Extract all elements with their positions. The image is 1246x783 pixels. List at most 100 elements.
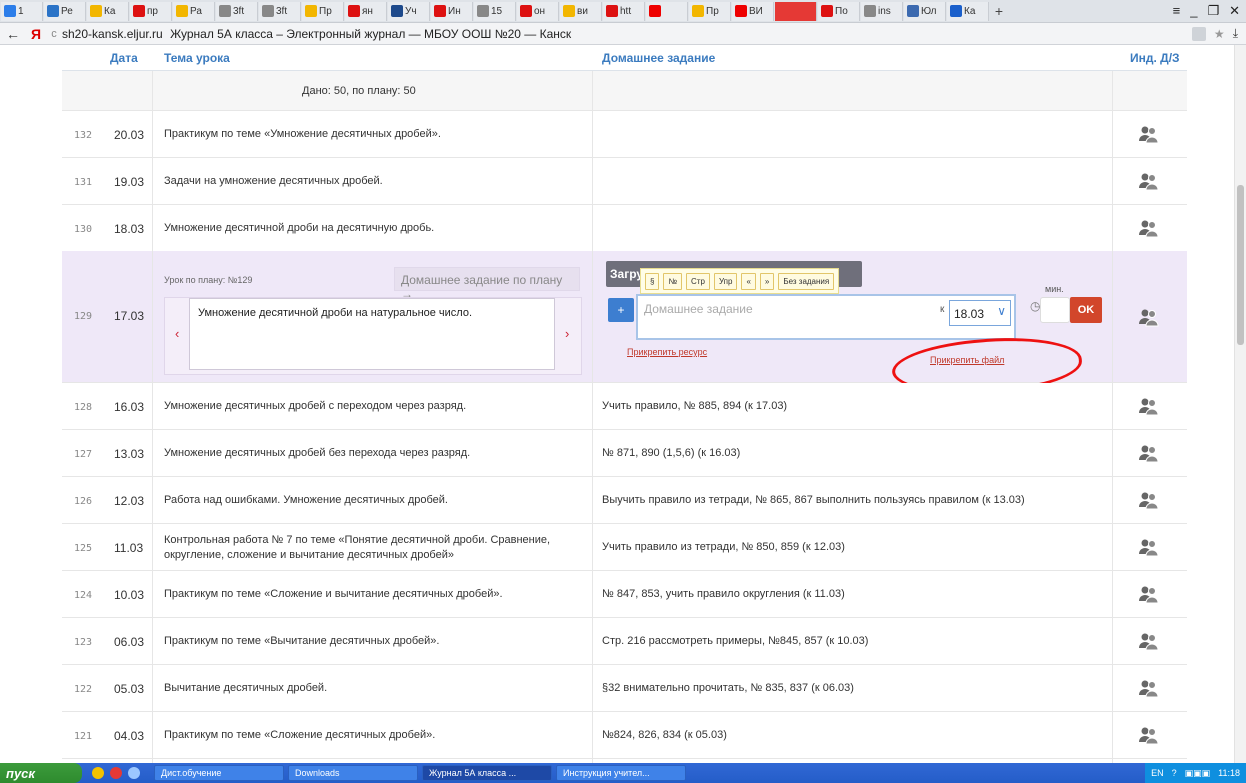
lesson-topic[interactable]: Задачи на умножение десятичных дробей. (164, 174, 584, 189)
browser-tab[interactable]: ВИ (732, 1, 774, 21)
browser-tab[interactable]: 3ft (216, 1, 258, 21)
lesson-row[interactable]: 122 05.03 Вычитание десятичных дробей. §32 … (62, 665, 1187, 712)
lesson-homework[interactable]: Учить правило, № 885, 894 (к 17.03) (602, 399, 1112, 414)
restore-icon[interactable]: ❐ (1207, 3, 1219, 19)
lesson-homework[interactable]: №824, 826, 834 (к 05.03) (602, 728, 1112, 743)
scrollbar-thumb[interactable] (1237, 185, 1244, 345)
due-date-select[interactable]: 18.03 ∨ (949, 300, 1011, 326)
lesson-row[interactable]: 126 12.03 Работа над ошибками. Умножение д… (62, 477, 1187, 524)
lesson-homework[interactable]: № 847, 853, учить правило округления (к … (602, 587, 1112, 602)
individual-hw-icon[interactable] (1137, 124, 1159, 149)
yandex-logo-icon[interactable]: Я (26, 26, 46, 42)
page-scrollbar[interactable] (1234, 45, 1246, 763)
taskbar-task[interactable]: Инструкция учител... (556, 765, 686, 781)
individual-hw-icon[interactable] (1137, 443, 1159, 468)
header-date[interactable]: Дата (110, 51, 138, 65)
browser-tab[interactable]: Ка (947, 1, 989, 21)
browser-tab[interactable]: Ра (173, 1, 215, 21)
toolbar-button[interactable]: Стр (686, 272, 710, 290)
browser-quicklaunch-icon[interactable] (92, 767, 104, 779)
menu-icon[interactable]: ≡ (1173, 3, 1181, 19)
lesson-homework[interactable]: Стр. 216 рассмотреть примеры, №845, 857 … (602, 634, 1112, 649)
individual-hw-icon[interactable] (1137, 584, 1159, 609)
minutes-input[interactable] (1040, 297, 1070, 323)
lesson-topic[interactable]: Умножение десятичной дроби на десятичную… (164, 221, 584, 236)
lesson-row[interactable]: 127 13.03 Умножение десятичных дробей без … (62, 430, 1187, 477)
add-homework-button[interactable]: + (608, 298, 634, 322)
taskbar-task[interactable]: Downloads (288, 765, 418, 781)
browser-tab[interactable]: пр (130, 1, 172, 21)
browser-tab[interactable]: Пр (689, 1, 731, 21)
yandex-quicklaunch-icon[interactable] (110, 767, 122, 779)
browser-tab[interactable]: Ре (44, 1, 86, 21)
help-icon[interactable]: ? (1172, 768, 1177, 778)
individual-hw-icon[interactable] (1137, 537, 1159, 562)
browser-tab[interactable]: Юл (904, 1, 946, 21)
reload-icon[interactable]: c (46, 28, 62, 40)
browser-tab[interactable]: 15 (474, 1, 516, 21)
lesson-topic[interactable]: Практикум по теме «Умножение десятичных … (164, 127, 584, 142)
lesson-homework[interactable]: № 871, 890 (1,5,6) (к 16.03) (602, 446, 1112, 461)
header-topic[interactable]: Тема урока (164, 51, 230, 65)
toolbar-button[interactable]: Упр (713, 272, 738, 290)
ie-quicklaunch-icon[interactable] (128, 767, 140, 779)
lesson-topic[interactable]: Практикум по теме «Сложение десятичных д… (164, 728, 584, 743)
lesson-topic[interactable]: Вычитание десятичных дробей. (164, 681, 584, 696)
lesson-row[interactable]: 124 10.03 Практикум по теме «Сложение и вы… (62, 571, 1187, 618)
ok-button[interactable]: OK (1070, 297, 1102, 323)
plan-homework-button[interactable]: Домашнее задание по плану → (394, 267, 580, 301)
browser-tab[interactable]: 1 (1, 1, 43, 21)
bookmark-star-icon[interactable]: ★ (1214, 27, 1225, 41)
lesson-row[interactable]: 123 06.03 Практикум по теме «Вычитание дес… (62, 618, 1187, 665)
individual-hw-icon[interactable] (1137, 171, 1159, 196)
individual-hw-icon[interactable] (1137, 307, 1159, 332)
lesson-homework[interactable]: Выучить правило из тетради, № 865, 867 в… (602, 493, 1112, 508)
lesson-topic[interactable]: Умножение десятичных дробей с переходом … (164, 399, 584, 414)
lesson-homework[interactable]: §32 внимательно прочитать, № 835, 837 (к… (602, 681, 1112, 696)
lesson-row[interactable]: 130 18.03 Умножение десятичной дроби на де… (62, 205, 1187, 252)
taskbar-task[interactable]: Дист.обучение (154, 765, 284, 781)
lesson-homework[interactable]: Учить правило из тетради, № 850, 859 (к … (602, 540, 1112, 555)
start-button[interactable]: пуск (0, 763, 82, 783)
individual-hw-icon[interactable] (1137, 631, 1159, 656)
prev-arrow-icon[interactable]: ‹ (175, 326, 179, 341)
lesson-row[interactable]: 131 19.03 Задачи на умножение десятичных д… (62, 158, 1187, 205)
browser-tab[interactable]: 3ft (259, 1, 301, 21)
lesson-topic[interactable]: Практикум по теме «Сложение и вычитание … (164, 587, 584, 602)
toolbar-button[interactable]: « (741, 272, 756, 290)
individual-hw-icon[interactable] (1137, 490, 1159, 515)
lesson-row[interactable]: 132 20.03 Практикум по теме «Умножение дес… (62, 111, 1187, 158)
new-tab-icon[interactable]: + (989, 3, 1009, 19)
individual-hw-icon[interactable] (1137, 396, 1159, 421)
browser-tab[interactable]: ins (861, 1, 903, 21)
url-field[interactable]: sh20-kansk.eljur.ru Журнал 5А класса – Э… (62, 27, 571, 41)
lesson-row[interactable]: 128 16.03 Умножение десятичных дробей с пе… (62, 383, 1187, 430)
browser-tab[interactable]: Уч (388, 1, 430, 21)
browser-tab[interactable]: Ин (431, 1, 473, 21)
toolbar-button[interactable]: § (645, 272, 660, 290)
browser-tab[interactable]: htt (603, 1, 645, 21)
header-individual-hw[interactable]: Инд. Д/З (1130, 51, 1180, 65)
lesson-row[interactable]: 121 04.03 Практикум по теме «Сложение деся… (62, 712, 1187, 759)
next-arrow-icon[interactable]: › (565, 326, 569, 341)
toolbar-button[interactable]: № (663, 272, 683, 290)
individual-hw-icon[interactable] (1137, 678, 1159, 703)
lesson-row[interactable]: 125 11.03 Контрольная работа № 7 по теме «… (62, 524, 1187, 571)
lesson-topic[interactable]: Умножение десятичных дробей без перехода… (164, 446, 584, 461)
reader-mode-icon[interactable] (1191, 26, 1206, 41)
browser-tab[interactable]: Пр (302, 1, 344, 21)
header-homework[interactable]: Домашнее задание (602, 51, 715, 65)
browser-tab[interactable]: По (818, 1, 860, 21)
download-icon[interactable]: ⤓ (1233, 26, 1238, 41)
browser-tab[interactable]: он (517, 1, 559, 21)
toolbar-button[interactable]: » (759, 272, 775, 290)
browser-tab[interactable] (646, 1, 688, 21)
lesson-topic[interactable]: Практикум по теме «Вычитание десятичных … (164, 634, 584, 649)
browser-tab[interactable]: ви (560, 1, 602, 21)
taskbar-task[interactable]: Журнал 5А класса ... (422, 765, 552, 781)
individual-hw-icon[interactable] (1137, 725, 1159, 750)
tray-icons[interactable]: ▣▣▣ (1185, 768, 1211, 779)
toolbar-button[interactable]: Без задания (778, 272, 835, 290)
individual-hw-icon[interactable] (1137, 218, 1159, 243)
back-arrow-icon[interactable]: ← (0, 26, 26, 42)
